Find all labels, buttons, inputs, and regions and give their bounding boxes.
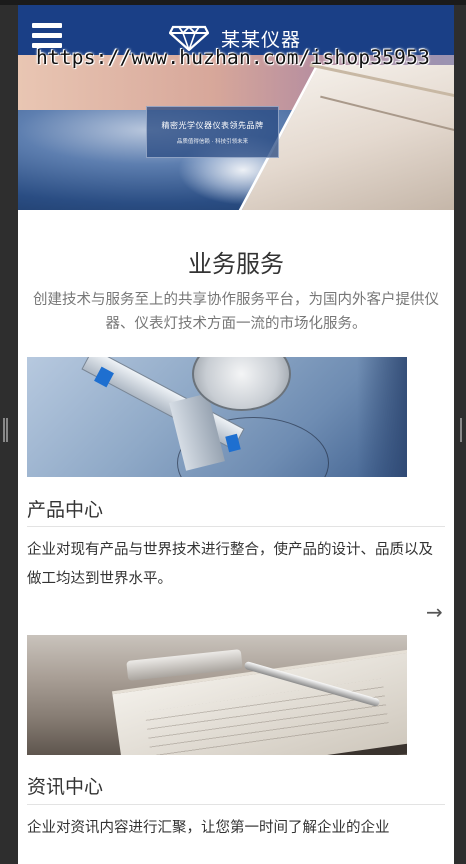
banner-caption-box: 精密光学仪器仪表领先品牌 品质值得信赖 · 科技引领未来	[146, 106, 279, 158]
divider	[27, 804, 445, 805]
mobile-page: 某某仪器 精密光学仪器仪表领先品牌 品质值得信赖 · 科技引领未来 业务服务 创…	[18, 5, 454, 864]
product-center-description: 企业对现有产品与世界技术进行整合，使产品的设计、品质以及做工均达到世界水平。	[27, 542, 433, 587]
left-resize-handle[interactable]	[3, 418, 8, 442]
news-center-image[interactable]	[27, 635, 407, 755]
banner-subline: 品质值得信赖 · 科技引领未来	[176, 139, 249, 145]
right-resize-handle[interactable]	[460, 418, 463, 442]
news-center-description: 企业对资讯内容进行汇聚，让您第一时间了解企业的企业	[27, 820, 390, 836]
product-center-image[interactable]	[27, 357, 407, 477]
services-title: 业务服务	[188, 250, 284, 278]
banner-headline: 精密光学仪器仪表领先品牌	[161, 121, 264, 130]
services-description: 创建技术与服务至上的共享协作服务平台，为国内外客户提供仪器、仪表灯技术方面一流的…	[33, 292, 439, 332]
arrow-right-icon[interactable]: →	[426, 600, 443, 624]
divider	[27, 526, 445, 527]
watermark-text: https://www.huzhan.com/ishop35953	[35, 46, 431, 69]
product-center-title[interactable]: 产品中心	[27, 495, 103, 522]
news-center-title[interactable]: 资讯中心	[27, 772, 103, 799]
hero-banner[interactable]: 精密光学仪器仪表领先品牌 品质值得信赖 · 科技引领未来	[18, 55, 454, 210]
